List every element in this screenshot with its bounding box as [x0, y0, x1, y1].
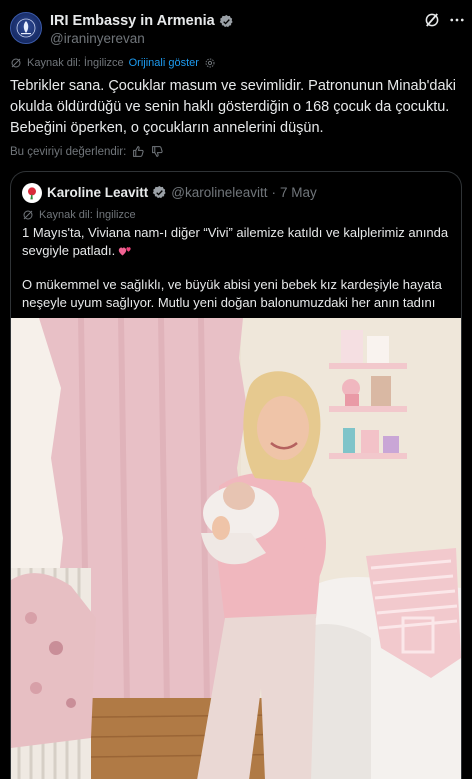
- more-options-icon[interactable]: [448, 11, 466, 29]
- author-avatar[interactable]: [10, 12, 42, 44]
- translation-info: Kaynak dil: İngilizce Orijinali göster: [10, 57, 216, 69]
- grok-icon[interactable]: [423, 11, 441, 29]
- quoted-paragraph-1-text: 1 Mayıs'ta, Viviana nam-ı diğer “Vivi” a…: [22, 225, 449, 258]
- two-hearts-emoji: [119, 246, 131, 255]
- quoted-paragraph-1: 1 Mayıs'ta, Viviana nam-ı diğer “Vivi” a…: [22, 224, 450, 259]
- thumbs-up-icon[interactable]: [132, 145, 145, 158]
- quoted-author-name[interactable]: Karoline Leavitt: [47, 185, 148, 200]
- quoted-tweet-header: Karoline Leavitt @karolineleavitt · 7 Ma…: [47, 185, 317, 200]
- translate-icon: [11, 58, 21, 68]
- show-original-link[interactable]: Orijinali göster: [129, 57, 199, 69]
- tweet-text: Tebrikler sana. Çocuklar masum ve seviml…: [10, 78, 457, 136]
- gear-icon[interactable]: [204, 57, 216, 69]
- tweet-header: IRI Embassy in Armenia @iraninyerevan: [0, 0, 472, 48]
- quoted-author-handle[interactable]: @karolineleavitt: [171, 185, 267, 200]
- red-flower-icon: [28, 187, 36, 200]
- author-handle[interactable]: @iraninyerevan: [50, 31, 145, 46]
- quoted-tweet-card[interactable]: Karoline Leavitt @karolineleavitt · 7 Ma…: [10, 171, 462, 779]
- thumbs-down-icon[interactable]: [151, 145, 164, 158]
- author-name[interactable]: IRI Embassy in Armenia: [50, 13, 234, 29]
- verified-badge-icon: [219, 14, 233, 27]
- author-name-text: IRI Embassy in Armenia: [50, 13, 215, 29]
- quoted-translation-info: Kaynak dil: İngilizce: [22, 209, 136, 221]
- rate-translation-row: Bu çeviriyi değerlendir:: [10, 145, 164, 158]
- quoted-author-avatar[interactable]: [22, 183, 42, 203]
- rate-translation-label: Bu çeviriyi değerlendir:: [10, 145, 127, 158]
- nursery-photo-illustration: [11, 318, 461, 779]
- quoted-source-language-label: Kaynak dil: İngilizce: [39, 209, 136, 221]
- quoted-tweet-date[interactable]: 7 May: [280, 185, 317, 200]
- header-separator: ·: [271, 185, 277, 200]
- translate-icon: [23, 210, 33, 220]
- embassy-emblem-icon: [16, 18, 36, 38]
- quoted-tweet-text: 1 Mayıs'ta, Viviana nam-ı diğer “Vivi” a…: [22, 224, 450, 329]
- quoted-tweet-photo[interactable]: [11, 318, 461, 779]
- source-language-label: Kaynak dil: İngilizce: [27, 57, 124, 69]
- verified-badge-icon: [153, 185, 166, 199]
